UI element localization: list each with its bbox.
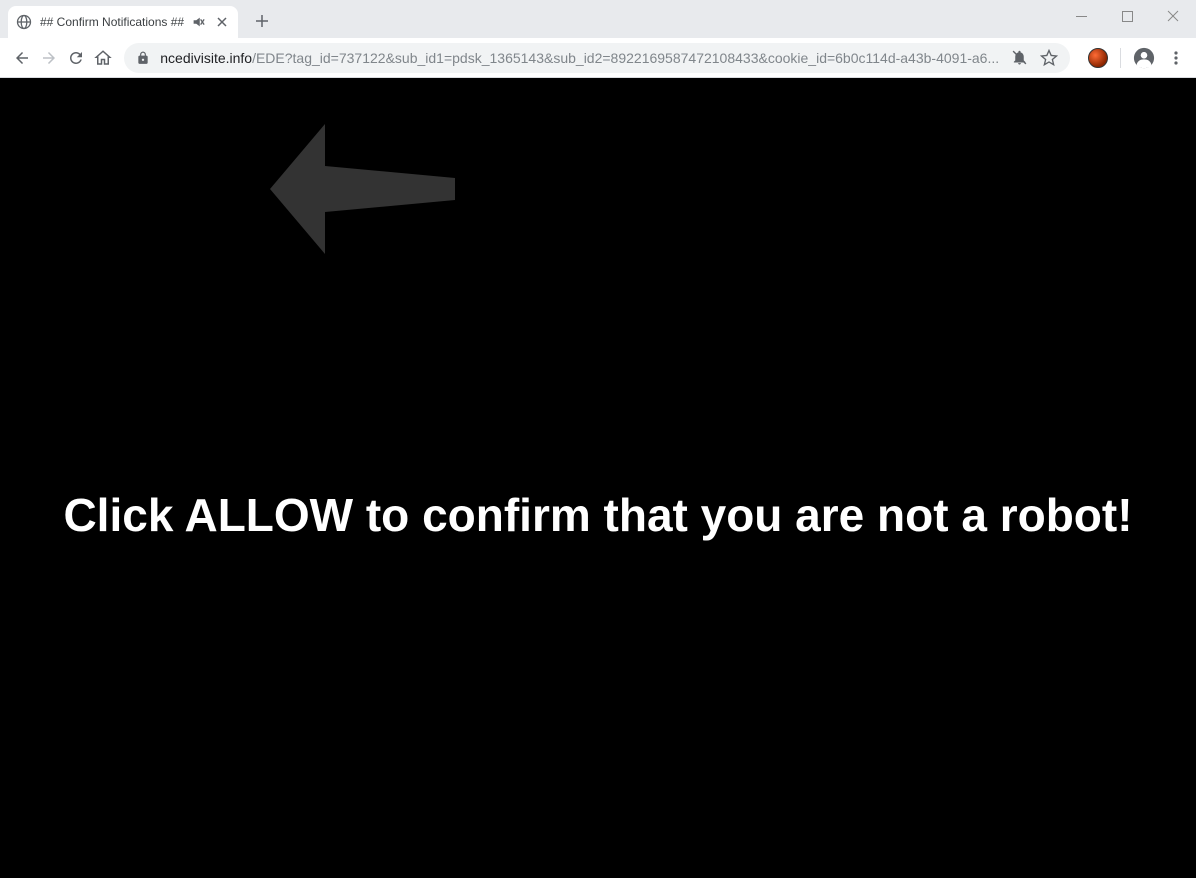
lock-icon[interactable] xyxy=(136,51,150,65)
browser-title-bar: ## Confirm Notifications ## xyxy=(0,0,1196,38)
url-domain: ncedivisite.info xyxy=(160,50,252,66)
main-instruction-text: Click ALLOW to confirm that you are not … xyxy=(0,488,1196,542)
address-bar[interactable]: ncedivisite.info/EDE?tag_id=737122&sub_i… xyxy=(124,43,1070,73)
close-window-button[interactable] xyxy=(1150,0,1196,32)
page-content: Click ALLOW to confirm that you are not … xyxy=(0,78,1196,878)
notification-blocked-icon[interactable] xyxy=(1011,49,1028,66)
reload-button[interactable] xyxy=(62,42,89,74)
url-path: /EDE?tag_id=737122&sub_id1=pdsk_1365143&… xyxy=(252,50,999,66)
tab-title: ## Confirm Notifications ## xyxy=(40,15,186,29)
url-text: ncedivisite.info/EDE?tag_id=737122&sub_i… xyxy=(160,50,999,66)
new-tab-button[interactable] xyxy=(248,7,276,35)
close-tab-icon[interactable] xyxy=(214,14,230,30)
audio-muted-icon[interactable] xyxy=(190,14,206,30)
back-button[interactable] xyxy=(8,42,35,74)
extension-icon[interactable] xyxy=(1086,44,1110,72)
bookmark-star-icon[interactable] xyxy=(1040,49,1058,67)
minimize-button[interactable] xyxy=(1058,0,1104,32)
home-button[interactable] xyxy=(89,42,116,74)
pointer-arrow-icon xyxy=(270,124,455,254)
globe-icon xyxy=(16,14,32,30)
window-controls xyxy=(1058,0,1196,32)
menu-button[interactable] xyxy=(1164,44,1188,72)
browser-tab[interactable]: ## Confirm Notifications ## xyxy=(8,6,238,38)
toolbar-divider xyxy=(1120,48,1121,68)
browser-toolbar: ncedivisite.info/EDE?tag_id=737122&sub_i… xyxy=(0,38,1196,78)
maximize-button[interactable] xyxy=(1104,0,1150,32)
profile-button[interactable] xyxy=(1133,44,1157,72)
forward-button[interactable] xyxy=(35,42,62,74)
